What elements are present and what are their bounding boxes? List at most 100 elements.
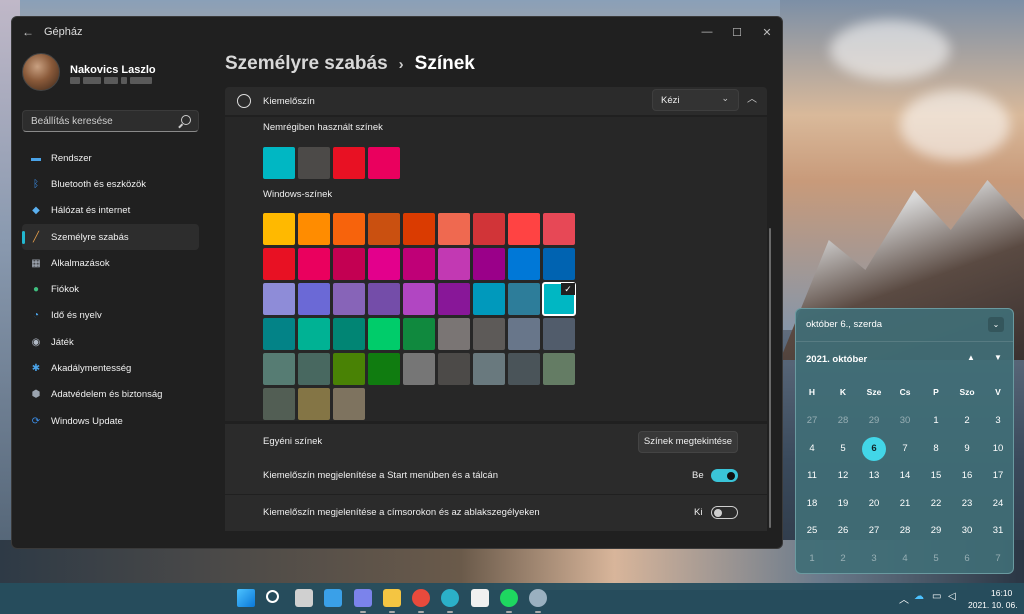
windows-color-swatch[interactable] (473, 283, 505, 315)
calendar-day[interactable]: 9 (955, 437, 979, 461)
calendar-day[interactable]: 14 (893, 464, 917, 488)
windows-color-swatch[interactable] (263, 213, 295, 245)
breadcrumb-parent[interactable]: Személyre szabás (225, 53, 388, 75)
calendar-day[interactable]: 28 (831, 409, 855, 433)
windows-color-swatch[interactable] (543, 213, 575, 245)
windows-color-swatch[interactable] (438, 353, 470, 385)
calendar-day[interactable]: 25 (800, 519, 824, 543)
sidebar-item[interactable]: ⟳ Windows Update (22, 408, 199, 434)
windows-color-swatch[interactable]: ✓ (542, 282, 576, 316)
calendar-day[interactable]: 13 (862, 464, 886, 488)
chevron-up-icon[interactable]: ︿ (743, 91, 761, 109)
windows-color-swatch[interactable] (333, 248, 365, 280)
sidebar-item[interactable]: ◉ Játék (22, 329, 199, 355)
sidebar-item[interactable]: ▦ Alkalmazások (22, 250, 199, 276)
store-icon[interactable] (471, 589, 489, 607)
calendar-day[interactable]: 26 (831, 519, 855, 543)
sidebar-item[interactable]: ◔ Idő és nyelv (22, 303, 199, 329)
windows-color-swatch[interactable] (543, 353, 575, 385)
windows-color-swatch[interactable] (403, 318, 435, 350)
calendar-day[interactable]: 22 (924, 492, 948, 516)
sidebar-item[interactable]: ◆ Hálózat és internet (22, 198, 199, 224)
windows-color-swatch[interactable] (298, 388, 330, 420)
sidebar-item[interactable]: ✱ Akadálymentesség (22, 355, 199, 381)
calendar-day[interactable]: 4 (893, 547, 917, 571)
windows-color-swatch[interactable] (368, 353, 400, 385)
windows-color-swatch[interactable] (333, 353, 365, 385)
windows-color-swatch[interactable] (438, 318, 470, 350)
search-icon[interactable] (266, 590, 279, 603)
spotify-icon[interactable] (500, 589, 518, 607)
windows-color-swatch[interactable] (263, 353, 295, 385)
calendar-day[interactable]: 3 (862, 547, 886, 571)
windows-color-swatch[interactable] (438, 283, 470, 315)
calendar-day[interactable]: 2 (831, 547, 855, 571)
chrome-icon[interactable] (412, 589, 430, 607)
calendar-day[interactable]: 3 (986, 409, 1010, 433)
volume-icon[interactable]: ◁ (948, 591, 956, 602)
teams-chat-icon[interactable] (354, 589, 372, 607)
windows-color-swatch[interactable] (333, 283, 365, 315)
calendar-day[interactable]: 4 (800, 437, 824, 461)
calendar-day[interactable]: 5 (924, 547, 948, 571)
windows-color-swatch[interactable] (508, 283, 540, 315)
windows-color-swatch[interactable] (298, 318, 330, 350)
calendar-day[interactable]: 21 (893, 492, 917, 516)
clock-time[interactable]: 16:10 (991, 588, 1012, 598)
calendar-day[interactable]: 30 (955, 519, 979, 543)
calendar-day[interactable]: 19 (831, 492, 855, 516)
windows-color-swatch[interactable] (403, 213, 435, 245)
next-month-icon[interactable]: ▼ (994, 353, 1002, 362)
titlebar-accent-toggle[interactable] (711, 506, 738, 519)
previous-month-icon[interactable]: ▲ (967, 353, 975, 362)
calendar-day[interactable]: 16 (955, 464, 979, 488)
calendar-day[interactable]: 29 (862, 409, 886, 433)
windows-color-swatch[interactable] (368, 318, 400, 350)
windows-color-swatch[interactable] (508, 213, 540, 245)
windows-color-swatch[interactable] (543, 318, 575, 350)
windows-color-swatch[interactable] (473, 248, 505, 280)
minimize-button[interactable]: — (692, 17, 722, 47)
avatar[interactable] (22, 53, 60, 91)
windows-color-swatch[interactable] (298, 283, 330, 315)
calendar-day[interactable]: 7 (893, 437, 917, 461)
windows-color-swatch[interactable] (403, 248, 435, 280)
accent-color-header[interactable]: Kiemelőszín Kézi ⌄ ︿ (225, 87, 767, 115)
windows-color-swatch[interactable] (298, 353, 330, 385)
content-scrollbar[interactable] (769, 228, 771, 528)
calendar-day[interactable]: 1 (924, 409, 948, 433)
windows-color-swatch[interactable] (298, 248, 330, 280)
start-taskbar-accent-toggle[interactable] (711, 469, 738, 482)
windows-color-swatch[interactable] (473, 353, 505, 385)
settings-icon[interactable] (529, 589, 547, 607)
calendar-day[interactable]: 7 (986, 547, 1010, 571)
windows-color-swatch[interactable] (473, 318, 505, 350)
back-arrow-icon[interactable]: ← (20, 24, 36, 40)
windows-color-swatch[interactable] (438, 213, 470, 245)
sidebar-item[interactable]: ▬ Rendszer (22, 145, 199, 171)
accent-mode-dropdown[interactable]: Kézi ⌄ (652, 89, 739, 111)
calendar-day[interactable]: 6 (955, 547, 979, 571)
search-icon[interactable] (181, 115, 191, 125)
windows-color-swatch[interactable] (333, 388, 365, 420)
view-colors-button[interactable]: Színek megtekintése (638, 431, 738, 453)
calendar-day[interactable]: 11 (800, 464, 824, 488)
calendar-day[interactable]: 10 (986, 437, 1010, 461)
windows-color-swatch[interactable] (263, 388, 295, 420)
windows-color-swatch[interactable] (263, 283, 295, 315)
recent-color-swatch[interactable] (368, 147, 400, 179)
calendar-day[interactable]: 18 (800, 492, 824, 516)
recent-color-swatch[interactable] (333, 147, 365, 179)
windows-color-swatch[interactable] (508, 353, 540, 385)
calendar-day[interactable]: 30 (893, 409, 917, 433)
windows-color-swatch[interactable] (298, 213, 330, 245)
chevron-up-icon[interactable]: ︿ (899, 591, 909, 606)
calendar-day[interactable]: 29 (924, 519, 948, 543)
calendar-day[interactable]: 2 (955, 409, 979, 433)
recent-color-swatch[interactable] (263, 147, 295, 179)
file-explorer-icon[interactable] (383, 589, 401, 607)
close-button[interactable]: ✕ (752, 17, 782, 47)
calendar-day[interactable]: 20 (862, 492, 886, 516)
cloud-icon[interactable]: ☁ (914, 591, 924, 602)
windows-color-swatch[interactable] (508, 248, 540, 280)
